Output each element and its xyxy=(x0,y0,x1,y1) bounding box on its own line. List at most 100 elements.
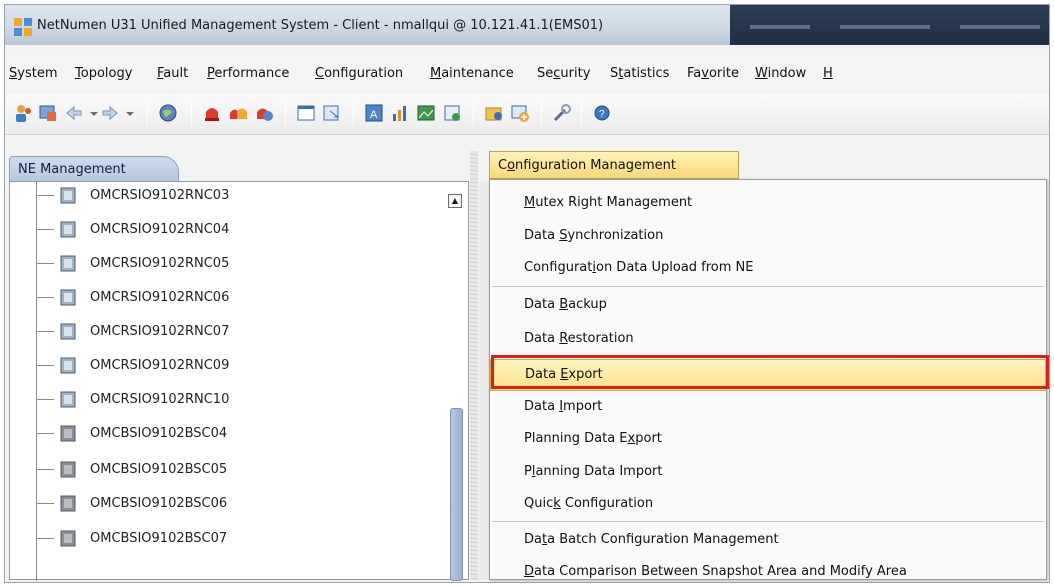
window-add-icon[interactable] xyxy=(509,102,531,124)
tree-item-label: OMCRSIO9102RNC06 xyxy=(90,290,230,305)
back-arrow-icon[interactable] xyxy=(63,102,85,124)
bsc-node-icon xyxy=(60,425,76,442)
menu-system[interactable]: System xyxy=(9,66,58,81)
globe-icon[interactable] xyxy=(157,102,179,124)
tree-item-label: OMCRSIO9102RNC04 xyxy=(90,222,230,237)
tree-item[interactable]: OMCRSIO9102RNC04 xyxy=(10,214,450,246)
toolbar: A ? xyxy=(5,95,1049,135)
tree-item[interactable]: OMCRSIO9102RNC07 xyxy=(10,316,450,348)
bsc-node-icon xyxy=(60,530,76,547)
tree-item-label: OMCBSIO9102BSC05 xyxy=(90,462,228,477)
menu-item-planning-data-import[interactable]: Planning Data Import xyxy=(490,457,1046,489)
tab-ne-management[interactable]: NE Management xyxy=(9,156,179,182)
tree-item[interactable]: OMCRSIO9102RNC06 xyxy=(10,282,450,314)
tree-connector xyxy=(36,538,54,539)
rnc-node-icon xyxy=(60,323,76,340)
image-icon[interactable] xyxy=(415,102,437,124)
tree-connector xyxy=(36,365,54,366)
menu-maintenance[interactable]: Maintenance xyxy=(430,66,514,81)
menu-separator xyxy=(492,286,1044,287)
alarm-globe-icon[interactable] xyxy=(253,102,275,124)
folder-user-icon[interactable] xyxy=(483,102,505,124)
menu-favorite[interactable]: Favorite xyxy=(687,66,739,81)
alarm-multi-icon[interactable] xyxy=(227,102,249,124)
toolbar-separator xyxy=(191,101,192,127)
scrollbar-thumb[interactable] xyxy=(450,408,463,581)
menu-item-planning-data-export[interactable]: Planning Data Export xyxy=(490,424,1046,456)
menu-item-data-batch-configuration-management[interactable]: Data Batch Configuration Management xyxy=(490,525,1046,557)
toolbar-separator xyxy=(473,101,474,127)
tree-item-label: OMCRSIO9102RNC10 xyxy=(90,392,230,407)
rnc-node-icon xyxy=(60,255,76,272)
tree-connector xyxy=(36,229,54,230)
chart-add-icon[interactable] xyxy=(441,102,463,124)
text-icon[interactable]: A xyxy=(363,102,385,124)
config-menu-header[interactable]: Configuration Management xyxy=(489,151,739,179)
title-bar: NetNumen U31 Unified Management System -… xyxy=(5,5,1049,45)
toolbar-separator xyxy=(581,101,582,127)
menu-item-data-restoration[interactable]: Data Restoration xyxy=(490,324,1046,356)
window-title: NetNumen U31 Unified Management System -… xyxy=(37,18,604,33)
alarm-red-icon[interactable] xyxy=(201,102,223,124)
chart-icon[interactable] xyxy=(389,102,411,124)
rnc-node-icon xyxy=(60,221,76,238)
menu-configuration[interactable]: Configuration xyxy=(315,66,403,81)
tree-item[interactable]: OMCBSIO9102BSC04 xyxy=(10,418,450,450)
tree-item[interactable]: OMCBSIO9102BSC07 xyxy=(10,523,450,555)
forward-arrow-icon[interactable] xyxy=(99,102,121,124)
highlight-annotation xyxy=(491,355,1049,389)
app-icon xyxy=(14,18,32,36)
menu-item-data-comparison-between-snapshot-area-and-modify-area[interactable]: Data Comparison Between Snapshot Area an… xyxy=(490,557,1046,582)
menu-item-configuration-data-upload-from-ne[interactable]: Configuration Data Upload from NE xyxy=(490,253,1046,285)
export-icon[interactable] xyxy=(321,102,343,124)
rnc-node-icon xyxy=(60,357,76,374)
bsc-node-icon xyxy=(60,461,76,478)
window-icon[interactable] xyxy=(37,102,59,124)
menu-security[interactable]: Security xyxy=(537,66,590,81)
ne-tree-panel: OMCRSIO9102RNC03 OMCRSIO9102RNC04 OMCRSIO9… xyxy=(9,180,469,581)
tree-item-label: OMCRSIO9102RNC09 xyxy=(90,358,230,373)
bsc-node-icon xyxy=(60,495,76,512)
table-icon[interactable] xyxy=(295,102,317,124)
title-bar-shadow xyxy=(730,5,1049,45)
tree-connector xyxy=(36,503,54,504)
dropdown-icon[interactable] xyxy=(119,102,141,124)
tree-item-label: OMCRSIO9102RNC07 xyxy=(90,324,230,339)
menu-item-mutex-right-management[interactable]: Mutex Right Management xyxy=(490,188,1046,220)
tree-item[interactable]: OMCRSIO9102RNC09 xyxy=(10,350,450,382)
tree-connector xyxy=(36,433,54,434)
svg-text:?: ? xyxy=(599,109,605,120)
menu-item-data-backup[interactable]: Data Backup xyxy=(490,290,1046,322)
tree-item[interactable]: OMCRSIO9102RNC05 xyxy=(10,248,450,280)
menu-bar: System Topology Fault Performance Config… xyxy=(5,63,1049,89)
menu-topology[interactable]: Topology xyxy=(75,66,132,81)
toolbar-separator xyxy=(285,101,286,127)
tree-item[interactable]: OMCRSIO9102RNC10 xyxy=(10,384,450,416)
menu-window[interactable]: Window xyxy=(755,66,806,81)
menu-fault[interactable]: Fault xyxy=(157,66,188,81)
panel-splitter[interactable] xyxy=(470,151,478,580)
svg-text:A: A xyxy=(370,109,378,121)
tree-connector xyxy=(36,469,54,470)
tree-item[interactable]: OMCBSIO9102BSC06 xyxy=(10,488,450,520)
toolbar-separator xyxy=(353,101,354,127)
menu-separator xyxy=(492,521,1044,522)
help-icon[interactable]: ? xyxy=(591,102,613,124)
rnc-node-icon xyxy=(60,187,76,204)
menu-performance[interactable]: Performance xyxy=(207,66,289,81)
rnc-node-icon xyxy=(60,289,76,306)
tree-item-label: OMCBSIO9102BSC06 xyxy=(90,496,228,511)
menu-item-quick-configuration[interactable]: Quick Configuration xyxy=(490,489,1046,521)
tools-icon[interactable] xyxy=(551,102,573,124)
tree-connector xyxy=(36,331,54,332)
tree-item[interactable]: OMCRSIO9102RNC03 xyxy=(10,180,450,212)
menu-item-data-import[interactable]: Data Import xyxy=(490,392,1046,424)
scroll-up-button[interactable]: ▲ xyxy=(448,194,462,208)
menu-item-data-synchronization[interactable]: Data Synchronization xyxy=(490,221,1046,253)
menu-statistics[interactable]: Statistics xyxy=(610,66,669,81)
users-icon[interactable] xyxy=(13,102,35,124)
tree-connector xyxy=(36,399,54,400)
tree-item-label: OMCRSIO9102RNC05 xyxy=(90,256,230,271)
tree-item[interactable]: OMCBSIO9102BSC05 xyxy=(10,454,450,486)
menu-help[interactable]: H xyxy=(823,66,833,81)
